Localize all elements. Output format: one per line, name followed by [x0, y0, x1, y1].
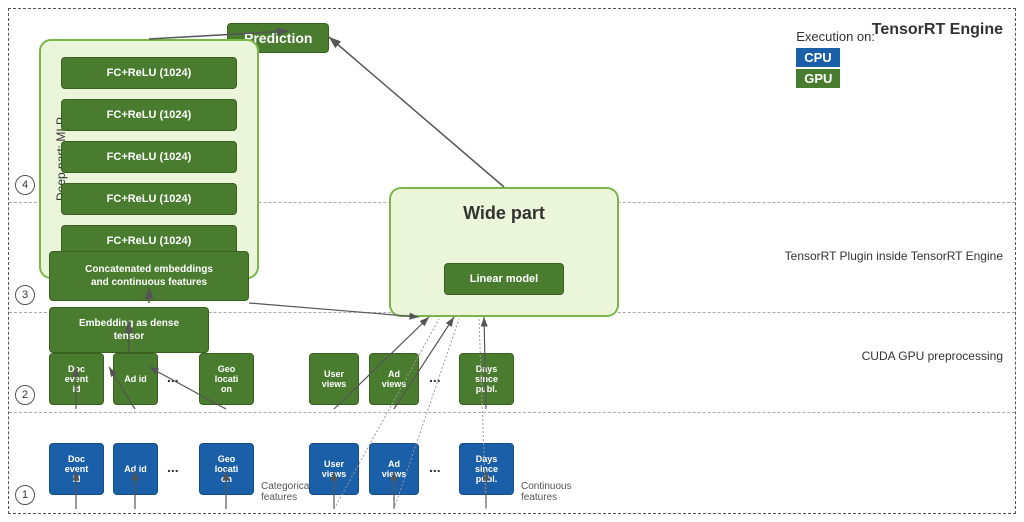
fc-layer-1: FC+ReLU (1024) — [61, 57, 237, 89]
z2-doc-event: Doceventid — [49, 353, 104, 405]
z2-dots-1: ... — [167, 369, 179, 385]
main-diagram: TensorRT Engine 1 2 3 4 TensorRT Plugin … — [8, 8, 1016, 514]
z2-geo: Geolocation — [199, 353, 254, 405]
mlp-container: Deep part: MLP FC+ReLU (1024) FC+ReLU (1… — [39, 39, 259, 279]
cpu-label: CPU — [796, 48, 839, 67]
z2-ad-views: Adviews — [369, 353, 419, 405]
z1-dots-1: ... — [167, 459, 179, 475]
badge-1: 1 — [15, 485, 35, 505]
z2-dots-2: ... — [429, 369, 441, 385]
badge-2: 2 — [15, 385, 35, 405]
z1-doc-event: Doceventid — [49, 443, 104, 495]
embedding-box: Embedding as densetensor — [49, 307, 209, 353]
engine-title: TensorRT Engine — [872, 21, 1003, 39]
fc-layer-3: FC+ReLU (1024) — [61, 141, 237, 173]
z1-ad-views: Adviews — [369, 443, 419, 495]
z2-days: Dayssincepubl. — [459, 353, 514, 405]
concatenated-box: Concatenated embeddingsand continuous fe… — [49, 251, 249, 301]
wide-container: Wide part Linear model — [389, 187, 619, 317]
z2-user-views: Userviews — [309, 353, 359, 405]
fc-layer-4: FC+ReLU (1024) — [61, 183, 237, 215]
continuous-label: Continuous features — [521, 481, 572, 503]
wide-part-label: Wide part — [391, 203, 617, 224]
execution-section: Execution on: CPU GPU — [796, 29, 875, 88]
linear-model-box: Linear model — [444, 263, 564, 295]
execution-label: Execution on: — [796, 29, 875, 44]
z1-geo: Geolocation — [199, 443, 254, 495]
badge-4: 4 — [15, 175, 35, 195]
gpu-label: GPU — [796, 69, 840, 88]
z1-ad-id: Ad id — [113, 443, 158, 495]
z1-user-views: Userviews — [309, 443, 359, 495]
badge-3: 3 — [15, 285, 35, 305]
fc-layer-2: FC+ReLU (1024) — [61, 99, 237, 131]
z1-days: Dayssincepubl. — [459, 443, 514, 495]
z1-dots-2: ... — [429, 459, 441, 475]
z2-ad-id: Ad id — [113, 353, 158, 405]
tensorrt-plugin-label: TensorRT Plugin inside TensorRT Engine — [785, 249, 1003, 263]
cuda-label: CUDA GPU preprocessing — [862, 349, 1003, 363]
categorical-label: Categorical features — [261, 481, 312, 503]
